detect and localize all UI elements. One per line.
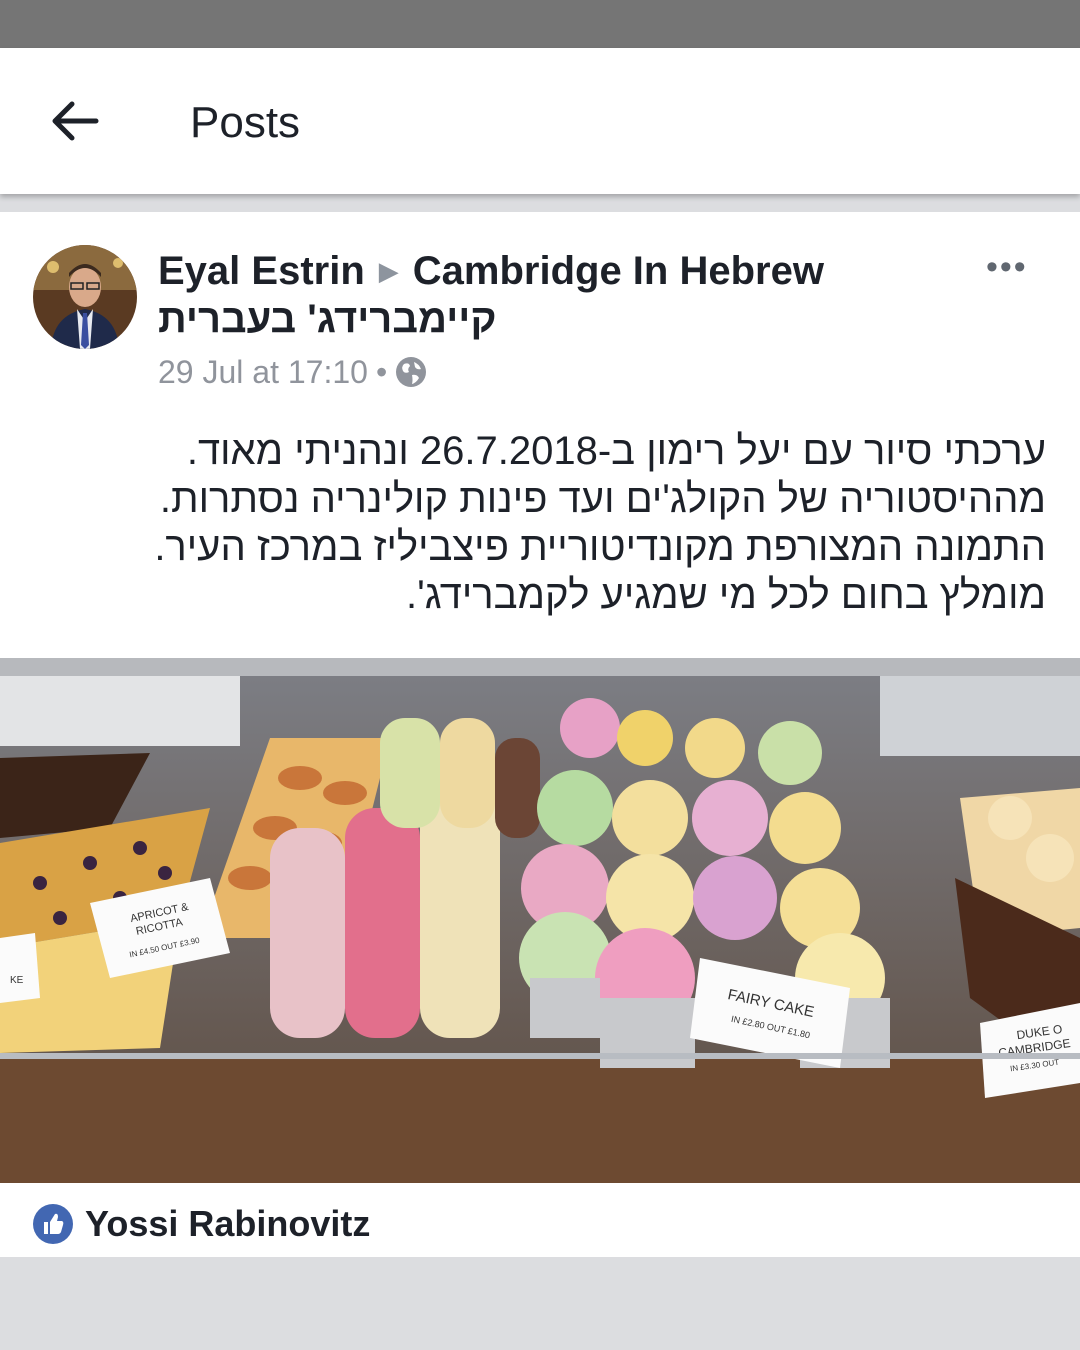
like-thumb-icon [33, 1204, 73, 1244]
more-options-icon[interactable]: ••• [986, 248, 1028, 287]
price-tag-text: KE [10, 975, 24, 986]
globe-icon [396, 357, 427, 387]
group-name-hebrew[interactable]: קיימברידג' בעברית [158, 296, 497, 342]
back-arrow-icon[interactable] [48, 98, 100, 144]
app-header: Posts [0, 48, 1080, 194]
post-header: Eyal Estrin ▶ Cambridge In Hebrew [158, 248, 824, 294]
liked-by-name[interactable]: Yossi Rabinovitz [85, 1202, 370, 1246]
post-meta: 29 Jul at 17:10 • [158, 352, 427, 392]
post-card: Eyal Estrin ▶ Cambridge In Hebrew קיימבריד… [0, 212, 1080, 1257]
status-bar [0, 0, 1080, 48]
bakery-display-image: APRICOT & RICOTTA IN £4.50 OUT £3.90 FAI… [0, 658, 1080, 1183]
author-name[interactable]: Eyal Estrin [158, 249, 365, 293]
group-name[interactable]: Cambridge In Hebrew [413, 249, 824, 293]
timestamp[interactable]: 29 Jul at 17:10 [158, 354, 368, 390]
post-text-line: מההיסטוריה של הקולג'ים ועד פינות קולינרי… [159, 477, 1046, 521]
price-tag-left: KE [0, 933, 40, 1003]
arrow-right-icon: ▶ [378, 256, 399, 286]
post-text-line: התמונה המצורפת מקונדיטוריית פיצביליז במר… [154, 525, 1046, 569]
meta-separator: • [375, 354, 388, 390]
page-title: Posts [190, 98, 301, 147]
avatar[interactable] [33, 245, 137, 349]
post-text-line: ערכתי סיור עם יעל רימון ב-26.7.2018 ונהנ… [186, 429, 1046, 473]
post-photo[interactable]: APRICOT & RICOTTA IN £4.50 OUT £3.90 FAI… [0, 658, 1080, 1183]
post-text-line: מומלץ בחום לכל מי שמגיע לקמברידג'. [406, 573, 1046, 617]
post-text: ערכתי סיור עם יעל רימון ב-26.7.2018 ונהנ… [60, 427, 1046, 619]
